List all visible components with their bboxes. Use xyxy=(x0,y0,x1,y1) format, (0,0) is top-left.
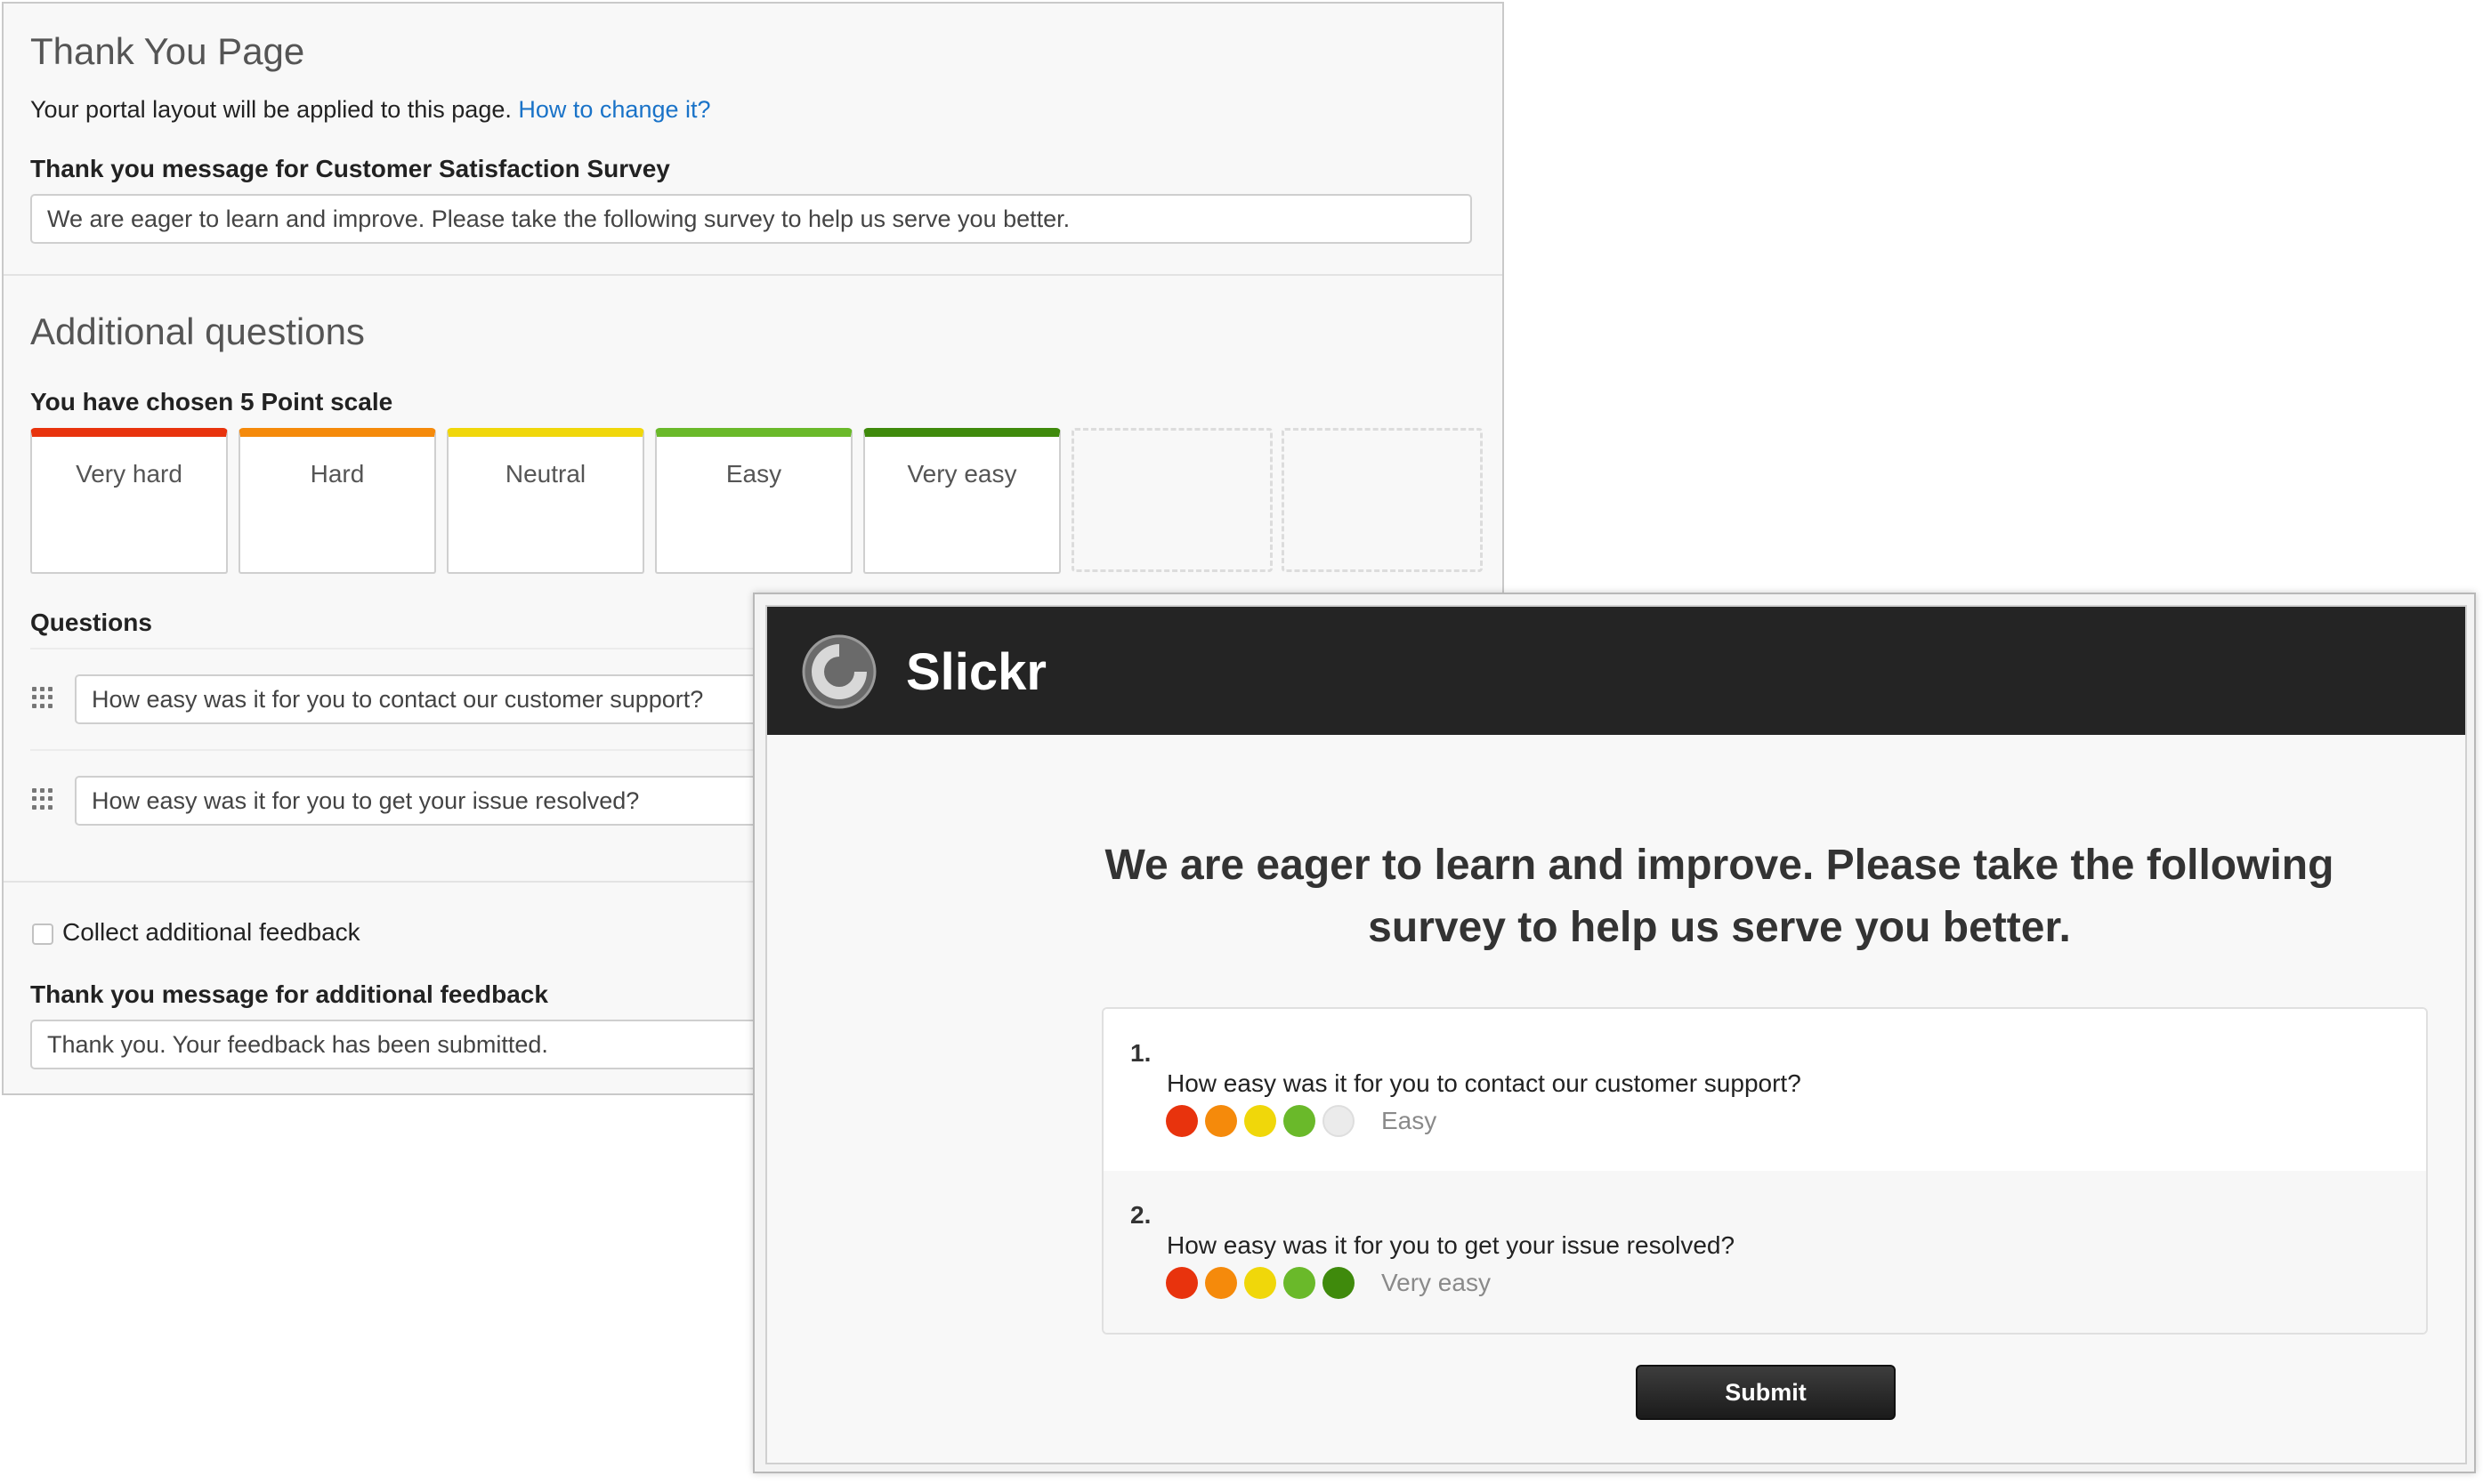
rating-dot-4[interactable] xyxy=(1283,1105,1315,1137)
rating-label: Easy xyxy=(1381,1107,1437,1134)
brand-header: Slickr xyxy=(767,607,2465,735)
scale-card-label: Very hard xyxy=(76,460,182,488)
questions-label: Questions xyxy=(30,609,152,636)
rating-dot-1[interactable] xyxy=(1166,1267,1198,1299)
rating-dot-2[interactable] xyxy=(1205,1267,1237,1299)
rating-label: Very easy xyxy=(1381,1269,1491,1296)
rating-dot-4[interactable] xyxy=(1283,1267,1315,1299)
layout-note-text: Your portal layout will be applied to th… xyxy=(30,96,512,123)
additional-questions-title: Additional questions xyxy=(30,311,365,352)
scale-label: You have chosen 5 Point scale xyxy=(30,388,393,415)
survey-preview-window: Slickr We are eager to learn and improve… xyxy=(753,593,2476,1473)
scale-card-label: Neutral xyxy=(505,460,586,488)
collect-feedback-label: Collect additional feedback xyxy=(62,918,360,946)
rating-dot-5[interactable] xyxy=(1322,1267,1355,1299)
brand-logo-icon xyxy=(802,634,877,709)
scale-card-easy[interactable]: Easy xyxy=(655,428,853,574)
scale-card-label: Very easy xyxy=(907,460,1017,488)
rating-dot-3[interactable] xyxy=(1244,1105,1276,1137)
rating-dot-3[interactable] xyxy=(1244,1267,1276,1299)
question-text: How easy was it for you to get your issu… xyxy=(1167,1231,1735,1259)
section-divider xyxy=(4,274,1502,276)
survey-question-2: 2. How easy was it for you to get your i… xyxy=(1104,1171,2426,1333)
scale-card-very-hard[interactable]: Very hard xyxy=(30,428,228,574)
question-number: 1. xyxy=(1130,1039,1152,1067)
scale-card-neutral[interactable]: Neutral xyxy=(447,428,644,574)
scale-card-hard[interactable]: Hard xyxy=(239,428,436,574)
scale-empty-slot xyxy=(1072,428,1273,572)
collect-feedback-checkbox[interactable] xyxy=(32,923,53,945)
rating-dots: Easy xyxy=(1166,1105,1436,1137)
question-text: How easy was it for you to contact our c… xyxy=(1167,1069,1801,1097)
brand-name: Slickr xyxy=(906,643,1047,701)
scale-empty-slot xyxy=(1282,428,1483,572)
message-label: Thank you message for Customer Satisfact… xyxy=(30,155,670,182)
question-number: 2. xyxy=(1130,1201,1152,1229)
rating-dot-2[interactable] xyxy=(1205,1105,1237,1137)
drag-handle-icon[interactable] xyxy=(32,687,53,708)
how-to-change-link[interactable]: How to change it? xyxy=(518,96,710,123)
scale-card-label: Hard xyxy=(310,460,365,488)
scale-card-very-easy[interactable]: Very easy xyxy=(863,428,1061,574)
layout-note: Your portal layout will be applied to th… xyxy=(30,96,711,124)
survey-question-list: 1. How easy was it for you to contact ou… xyxy=(1102,1007,2428,1335)
scale-card-label: Easy xyxy=(725,460,782,488)
survey-preview-page: Slickr We are eager to learn and improve… xyxy=(765,605,2467,1464)
survey-heading: We are eager to learn and improve. Pleas… xyxy=(1104,842,2334,951)
rating-dots: Very easy xyxy=(1166,1267,1491,1299)
submit-button[interactable]: Submit xyxy=(1636,1365,1896,1420)
drag-handle-icon[interactable] xyxy=(32,788,53,810)
survey-question-1: 1. How easy was it for you to contact ou… xyxy=(1104,1009,2426,1171)
rating-dot-5[interactable] xyxy=(1322,1105,1355,1137)
feedback-message-label: Thank you message for additional feedbac… xyxy=(30,980,548,1008)
rating-dot-1[interactable] xyxy=(1166,1105,1198,1137)
page-title: Thank You Page xyxy=(30,30,305,72)
thank-you-message-input[interactable]: We are eager to learn and improve. Pleas… xyxy=(30,194,1472,244)
